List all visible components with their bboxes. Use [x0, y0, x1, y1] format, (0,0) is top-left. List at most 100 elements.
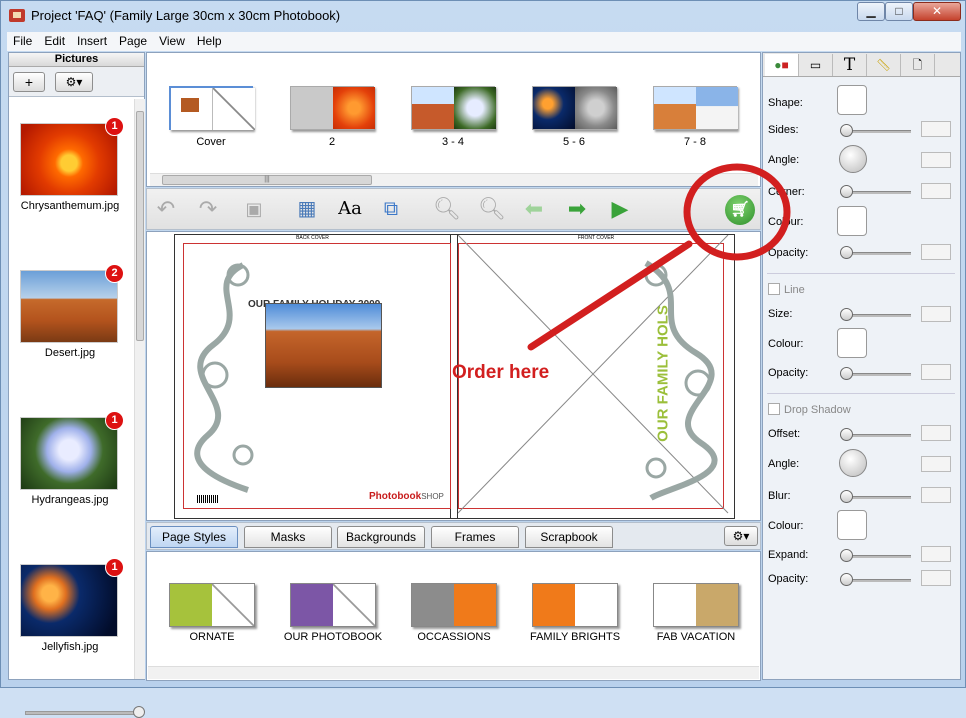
slider-knob[interactable] [840, 246, 853, 259]
picture-item[interactable]: 1 Hydrangeas.jpg [20, 411, 124, 506]
slider-knob[interactable] [840, 428, 853, 441]
page-thumb-7-8[interactable] [653, 86, 738, 130]
menu-file[interactable]: File [7, 32, 38, 51]
zoom-out-icon[interactable]: 🔍︎ [432, 194, 462, 224]
picture-item[interactable]: 2 Desert.jpg [20, 264, 124, 359]
blur-slider[interactable] [840, 490, 911, 503]
line-size-slider[interactable] [840, 308, 911, 321]
expand-value[interactable] [921, 546, 951, 562]
save-page-icon[interactable]: ▣ [239, 194, 269, 224]
style-thumb-occassions[interactable] [411, 583, 497, 627]
shadow-opacity-value[interactable] [921, 570, 951, 586]
add-page-icon[interactable]: ⧉ [376, 194, 406, 224]
thumb-left-page [170, 584, 212, 626]
text-tab-icon[interactable]: T [833, 54, 867, 76]
shopping-cart-icon[interactable]: 🛒︎ [725, 195, 755, 225]
corner-value[interactable] [921, 183, 951, 199]
page-thumb-3-4[interactable] [411, 86, 496, 130]
opacity-value[interactable] [921, 244, 951, 260]
previous-page-icon[interactable]: ⬅ [519, 194, 549, 224]
sides-value[interactable] [921, 121, 951, 137]
opacity-slider[interactable] [840, 246, 911, 259]
style-thumb-our-photobook[interactable] [290, 583, 376, 627]
shadow-angle-value[interactable] [921, 456, 951, 472]
offset-value[interactable] [921, 425, 951, 441]
offset-slider[interactable] [840, 428, 911, 441]
fill-colour-swatch[interactable] [837, 206, 867, 236]
scrollbar-thumb[interactable]: ||| [162, 175, 372, 185]
tab-scrapbook[interactable]: Scrapbook [525, 526, 613, 548]
properties-panel: ●■ ▭ T 📏︎ 🗋︎ Shape: Sides: Angle: Corner… [762, 52, 961, 680]
slider-knob[interactable] [840, 185, 853, 198]
page-thumb-5-6[interactable] [532, 86, 617, 130]
preview-play-icon[interactable]: ▶ [605, 194, 635, 224]
usage-badge: 1 [105, 117, 124, 136]
offset-label: Offset: [768, 428, 801, 440]
menu-page[interactable]: Page [113, 32, 153, 51]
slider-knob[interactable] [840, 308, 853, 321]
expand-slider[interactable] [840, 549, 911, 562]
slider-knob[interactable] [840, 124, 853, 137]
frame-tab-icon[interactable]: ▭ [799, 54, 833, 76]
tab-backgrounds[interactable]: Backgrounds [337, 526, 425, 548]
pictures-gear-button[interactable]: ⚙▾ [55, 72, 93, 92]
undo-icon[interactable]: ↶ [151, 194, 181, 224]
shadow-opacity-slider[interactable] [840, 573, 911, 586]
line-opacity-slider[interactable] [840, 367, 911, 380]
thumbnail-size-slider[interactable] [25, 706, 145, 718]
next-page-icon[interactable]: ➡ [562, 194, 592, 224]
slider-knob[interactable] [840, 573, 853, 586]
tab-frames[interactable]: Frames [431, 526, 519, 548]
style-thumb-family-brights[interactable] [532, 583, 618, 627]
shadow-colour-swatch[interactable] [837, 510, 867, 540]
add-picture-button[interactable]: + [13, 72, 45, 92]
slider-knob[interactable] [133, 706, 145, 718]
redo-icon[interactable]: ↷ [193, 194, 223, 224]
add-text-icon[interactable]: Aa [335, 194, 365, 224]
page-label: 5 - 6 [562, 136, 585, 148]
minimize-button[interactable]: ▁ [857, 2, 885, 21]
slider-knob[interactable] [840, 367, 853, 380]
shape-tab-icon[interactable]: ●■ [765, 54, 799, 76]
line-checkbox[interactable] [768, 283, 780, 295]
add-picture-icon[interactable]: ▦ [292, 194, 322, 224]
styles-scrollbar[interactable] [148, 666, 759, 679]
style-thumb-ornate[interactable] [169, 583, 255, 627]
back-cover-page[interactable]: BACK COVER OUR FAMILY HOLIDAY 2009 Photo… [175, 235, 451, 518]
blur-value[interactable] [921, 487, 951, 503]
angle-value[interactable] [921, 152, 951, 168]
line-colour-swatch[interactable] [837, 328, 867, 358]
page-thumb-2[interactable] [290, 86, 375, 130]
ruler-tab-icon[interactable]: 📏︎ [867, 54, 901, 76]
styles-gear-button[interactable]: ⚙▾ [724, 526, 758, 546]
desert-photo[interactable] [265, 303, 382, 388]
thumb-right-page [213, 88, 255, 130]
pictures-scrollbar[interactable] [134, 99, 145, 679]
maximize-button[interactable]: □ [885, 2, 913, 21]
drop-shadow-checkbox[interactable] [768, 403, 780, 415]
scrollbar-thumb[interactable] [136, 111, 144, 341]
pages-scrollbar[interactable]: ||| [150, 173, 758, 186]
slider-knob[interactable] [840, 549, 853, 562]
corner-slider[interactable] [840, 185, 911, 198]
menu-insert[interactable]: Insert [71, 32, 113, 51]
menu-edit[interactable]: Edit [38, 32, 71, 51]
line-opacity-value[interactable] [921, 364, 951, 380]
page-thumb-cover[interactable] [169, 86, 255, 130]
angle-dial[interactable] [839, 145, 867, 173]
picture-item[interactable]: 1 Jellyfish.jpg [20, 558, 124, 653]
style-thumb-fab-vacation[interactable] [653, 583, 739, 627]
picture-item[interactable]: 1 Chrysanthemum.jpg [20, 117, 124, 212]
menu-help[interactable]: Help [191, 32, 228, 51]
shape-picker[interactable] [837, 85, 867, 115]
tab-page-styles[interactable]: Page Styles [150, 526, 238, 548]
line-size-value[interactable] [921, 306, 951, 322]
slider-knob[interactable] [840, 490, 853, 503]
sides-slider[interactable] [840, 124, 911, 137]
close-button[interactable]: ✕ [913, 2, 961, 21]
page-tab-icon[interactable]: 🗋︎ [901, 54, 935, 76]
tab-masks[interactable]: Masks [244, 526, 332, 548]
shadow-angle-dial[interactable] [839, 449, 867, 477]
zoom-in-icon[interactable]: 🔍︎ [477, 194, 507, 224]
menu-view[interactable]: View [153, 32, 191, 51]
